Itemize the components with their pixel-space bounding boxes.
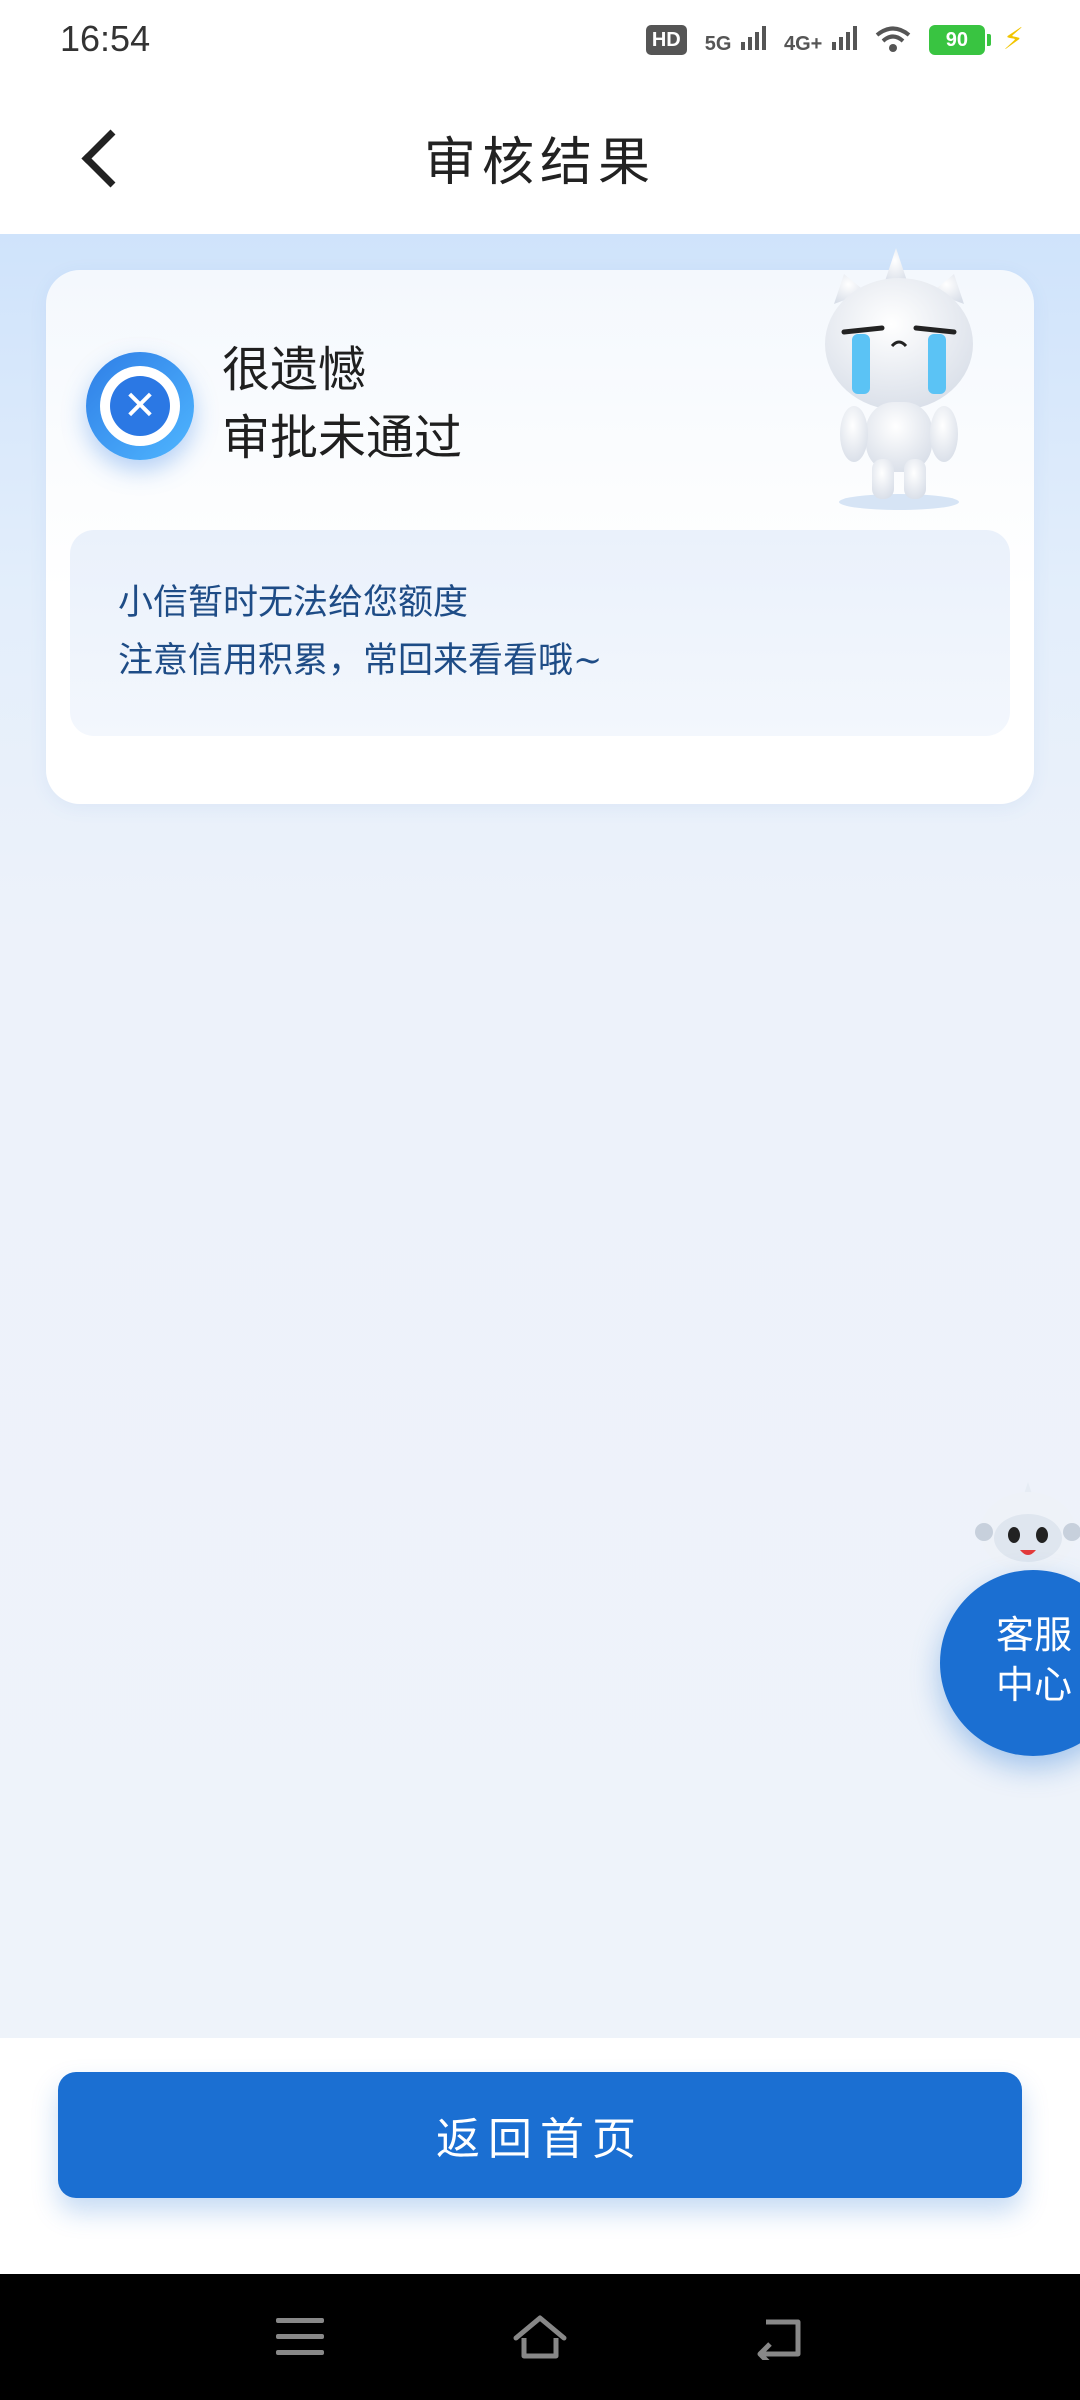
headline-line-2: 审批未通过 [222,410,463,466]
status-icons: HD 5G 4G+ 90 ⚡ [645,22,1024,57]
message-line-1: 小信暂时无法给您额度 [118,583,469,623]
message-box: 小信暂时无法给您额度 注意信用积累，常回来看看哦~ [70,530,1010,736]
status-time: 16:54 [60,18,151,59]
charging-icon: ⚡ [1002,22,1024,57]
signal-bars-icon [741,25,766,50]
network-4g-icon: 4G+ [784,25,857,54]
home-icon[interactable] [510,2312,570,2362]
robot-mascot-icon [975,1482,1080,1572]
hd-icon: HD [645,24,687,55]
return-home-button[interactable]: 返回首页 [58,2072,1022,2198]
crying-mascot-icon [825,248,973,510]
wifi-icon [875,26,911,52]
result-card: ✕ 很遗憾 审批未通过 小信暂时无法给您额度 注意信用积累，常回来看看哦~ [46,248,1034,804]
fail-x-icon: ✕ [86,352,194,460]
network-5g-icon: 5G [705,25,766,54]
headline-line-1: 很遗憾 [222,342,367,398]
page-title: 审核结果 [423,133,656,193]
message-line-2: 注意信用积累，常回来看看哦~ [118,641,603,681]
system-nav-bar [0,2274,1080,2400]
result-message: 小信暂时无法给您额度 注意信用积累，常回来看看哦~ [118,574,602,690]
signal-bars-icon-2 [831,25,857,50]
menu-icon[interactable] [276,2318,324,2356]
result-headline: 很遗憾 审批未通过 [222,336,462,472]
status-bar: 16:54 HD 5G 4G+ 90 ⚡ [0,0,1080,78]
app-header: 审核结果 [0,78,1080,234]
customer-service-label: 客服 中心 [995,1613,1072,1707]
back-icon[interactable] [754,2314,804,2360]
footer-area: 返回首页 [0,2038,1080,2274]
battery-icon: 90 [928,24,991,55]
